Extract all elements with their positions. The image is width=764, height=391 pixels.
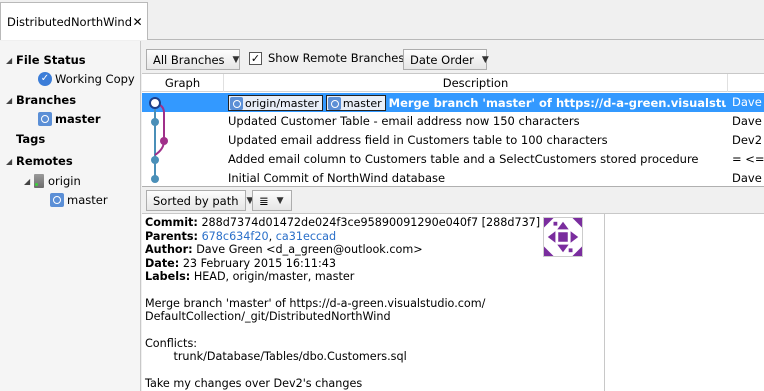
sidebar-item-label: File Status xyxy=(16,53,86,67)
sort-dropdown[interactable]: Sorted by path ▼ xyxy=(146,190,253,211)
label-text: origin/master xyxy=(245,96,319,110)
branch-icon xyxy=(38,112,52,126)
commit-author: Dave Green xyxy=(732,114,764,128)
sidebar-item-remote-origin[interactable]: ◢ origin xyxy=(24,172,81,190)
tab-repository[interactable]: DistributedNorthWind ✕ xyxy=(0,2,148,40)
diff-pane xyxy=(604,213,764,391)
dropdown-value: All Branches xyxy=(153,52,225,67)
column-header-graph[interactable]: Graph xyxy=(142,74,224,92)
expand-triangle-icon[interactable]: ◢ xyxy=(6,56,16,65)
detail-toolbar: Sorted by path ▼ ≣ ▼ xyxy=(142,188,764,213)
sidebar-item-remote-master[interactable]: master xyxy=(50,191,108,209)
commit-list: Graph Description origin/master master M… xyxy=(142,73,764,187)
expand-triangle-icon[interactable]: ◢ xyxy=(6,96,16,105)
commit-author: = <=> xyxy=(732,152,764,166)
order-dropdown[interactable]: Date Order ▼ xyxy=(403,49,489,70)
author-avatar xyxy=(543,217,583,257)
chevron-down-icon: ▼ xyxy=(481,54,489,65)
labels-value: HEAD, origin/master, master xyxy=(193,270,355,283)
commit-row[interactable]: Added email column to Customers table an… xyxy=(142,150,764,169)
commit-description: Updated email address field in Customers… xyxy=(228,133,608,147)
graph-node-head xyxy=(149,97,161,109)
field-key: Author: xyxy=(145,243,193,256)
commit-details-pane: Commit: 288d7374d01472de024f3ce958900912… xyxy=(142,213,604,391)
sidebar-item-file-status[interactable]: ◢ File Status xyxy=(6,51,86,69)
conflict-file: trunk/Database/Tables/dbo.Customers.sql xyxy=(145,350,407,363)
sidebar-item-label: Remotes xyxy=(16,154,73,168)
branches-filter-dropdown[interactable]: All Branches ▼ xyxy=(146,49,240,70)
checkmark-icon: ✓ xyxy=(38,72,52,86)
tab-strip: DistributedNorthWind ✕ xyxy=(0,0,764,40)
close-icon[interactable]: ✕ xyxy=(132,15,143,29)
chevron-down-icon: ▼ xyxy=(232,54,240,65)
commit-hash: 288d7374d01472de024f3ce95890091290e040f7… xyxy=(201,216,541,229)
commit-description: Updated Customer Table - email address n… xyxy=(228,114,580,128)
commit-author: Dev2 <dev2@ xyxy=(732,133,764,147)
sidebar-item-branch-master[interactable]: master xyxy=(38,110,101,128)
author-value: Dave Green <d_a_green@outlook.com> xyxy=(196,243,423,256)
commit-row[interactable]: origin/master master Merge branch 'maste… xyxy=(142,93,764,112)
log-toolbar: All Branches ▼ ✓ Show Remote Branches Da… xyxy=(142,41,764,73)
label-text: master xyxy=(342,96,382,110)
commit-message-note: Take my changes over Dev2's changes xyxy=(145,376,363,390)
field-key: Parents: xyxy=(145,229,198,243)
field-key: Commit: xyxy=(145,216,198,229)
commit-details: Commit: 288d7374d01472de024f3ce958900912… xyxy=(145,216,601,390)
tab-title: DistributedNorthWind xyxy=(7,14,133,29)
graph-node xyxy=(151,156,159,164)
checkbox-label: Show Remote Branches xyxy=(268,51,405,65)
dropdown-value: Sorted by path xyxy=(153,193,239,208)
sidebar-item-label: Working Copy xyxy=(55,72,135,86)
expand-triangle-icon[interactable]: ◢ xyxy=(6,157,16,166)
commit-graph xyxy=(149,97,168,183)
sidebar-item-label: master xyxy=(55,112,101,126)
sidebar-item-branches[interactable]: ◢ Branches xyxy=(6,91,76,109)
chevron-down-icon: ▼ xyxy=(276,195,284,206)
graph-node xyxy=(151,118,159,126)
dropdown-value: Date Order xyxy=(410,52,474,67)
commit-row[interactable]: Updated email address field in Customers… xyxy=(142,131,764,150)
conflicts-heading: Conflicts: xyxy=(145,336,198,350)
local-branch-label: master xyxy=(325,95,386,111)
sidebar-item-label: origin xyxy=(48,174,81,188)
commit-list-header: Graph Description xyxy=(142,74,764,92)
commit-description: Merge branch 'master' of https://d-a-gre… xyxy=(388,96,726,110)
view-mode-dropdown[interactable]: ≣ ▼ xyxy=(252,190,292,211)
sidebar-item-remotes[interactable]: ◢ Remotes xyxy=(6,152,73,170)
graph-node xyxy=(160,137,168,145)
branch-icon xyxy=(230,96,243,110)
sidebar-item-label: master xyxy=(67,193,108,207)
column-header-description[interactable]: Description xyxy=(224,74,728,92)
expand-triangle-icon[interactable]: ◢ xyxy=(24,177,34,186)
sidebar-item-working-copy[interactable]: ✓ Working Copy xyxy=(38,70,135,88)
commit-row[interactable]: Initial Commit of NorthWind database Dav… xyxy=(142,169,764,186)
commit-message-line: Merge branch 'master' of https://d-a-gre… xyxy=(145,296,486,310)
parent-link[interactable]: ca31eccad xyxy=(276,230,336,243)
commit-author: Dave Green xyxy=(732,95,764,109)
show-remote-branches-toggle[interactable]: ✓ Show Remote Branches xyxy=(249,51,404,65)
date-value: 23 February 2015 16:11:43 xyxy=(182,256,337,270)
sidebar-item-label: Tags xyxy=(16,132,46,146)
list-icon: ≣ xyxy=(259,193,269,208)
graph-node xyxy=(151,175,159,183)
branch-icon xyxy=(327,96,341,110)
commit-message-line: DefaultCollection/_git/DistributedNorthW… xyxy=(145,310,391,323)
commit-description: Added email column to Customers table an… xyxy=(228,152,699,166)
sidebar-item-label: Branches xyxy=(16,93,77,107)
commit-row[interactable]: Updated Customer Table - email address n… xyxy=(142,112,764,131)
field-key: Labels: xyxy=(145,270,191,283)
remote-branch-label: origin/master xyxy=(228,95,323,111)
server-icon xyxy=(34,174,44,188)
sidebar-item-tags[interactable]: Tags xyxy=(16,130,45,148)
parent-link[interactable]: 678c634f20 xyxy=(202,230,269,243)
graph-line-branch xyxy=(154,102,165,156)
sidebar: ◢ File Status ✓ Working Copy ◢ Branches … xyxy=(0,41,141,391)
checkbox[interactable]: ✓ xyxy=(249,51,262,65)
branch-icon xyxy=(50,193,64,207)
field-key: Date: xyxy=(145,256,180,270)
commit-author: Dave Green xyxy=(732,171,764,185)
commit-description: Initial Commit of NorthWind database xyxy=(228,171,446,185)
